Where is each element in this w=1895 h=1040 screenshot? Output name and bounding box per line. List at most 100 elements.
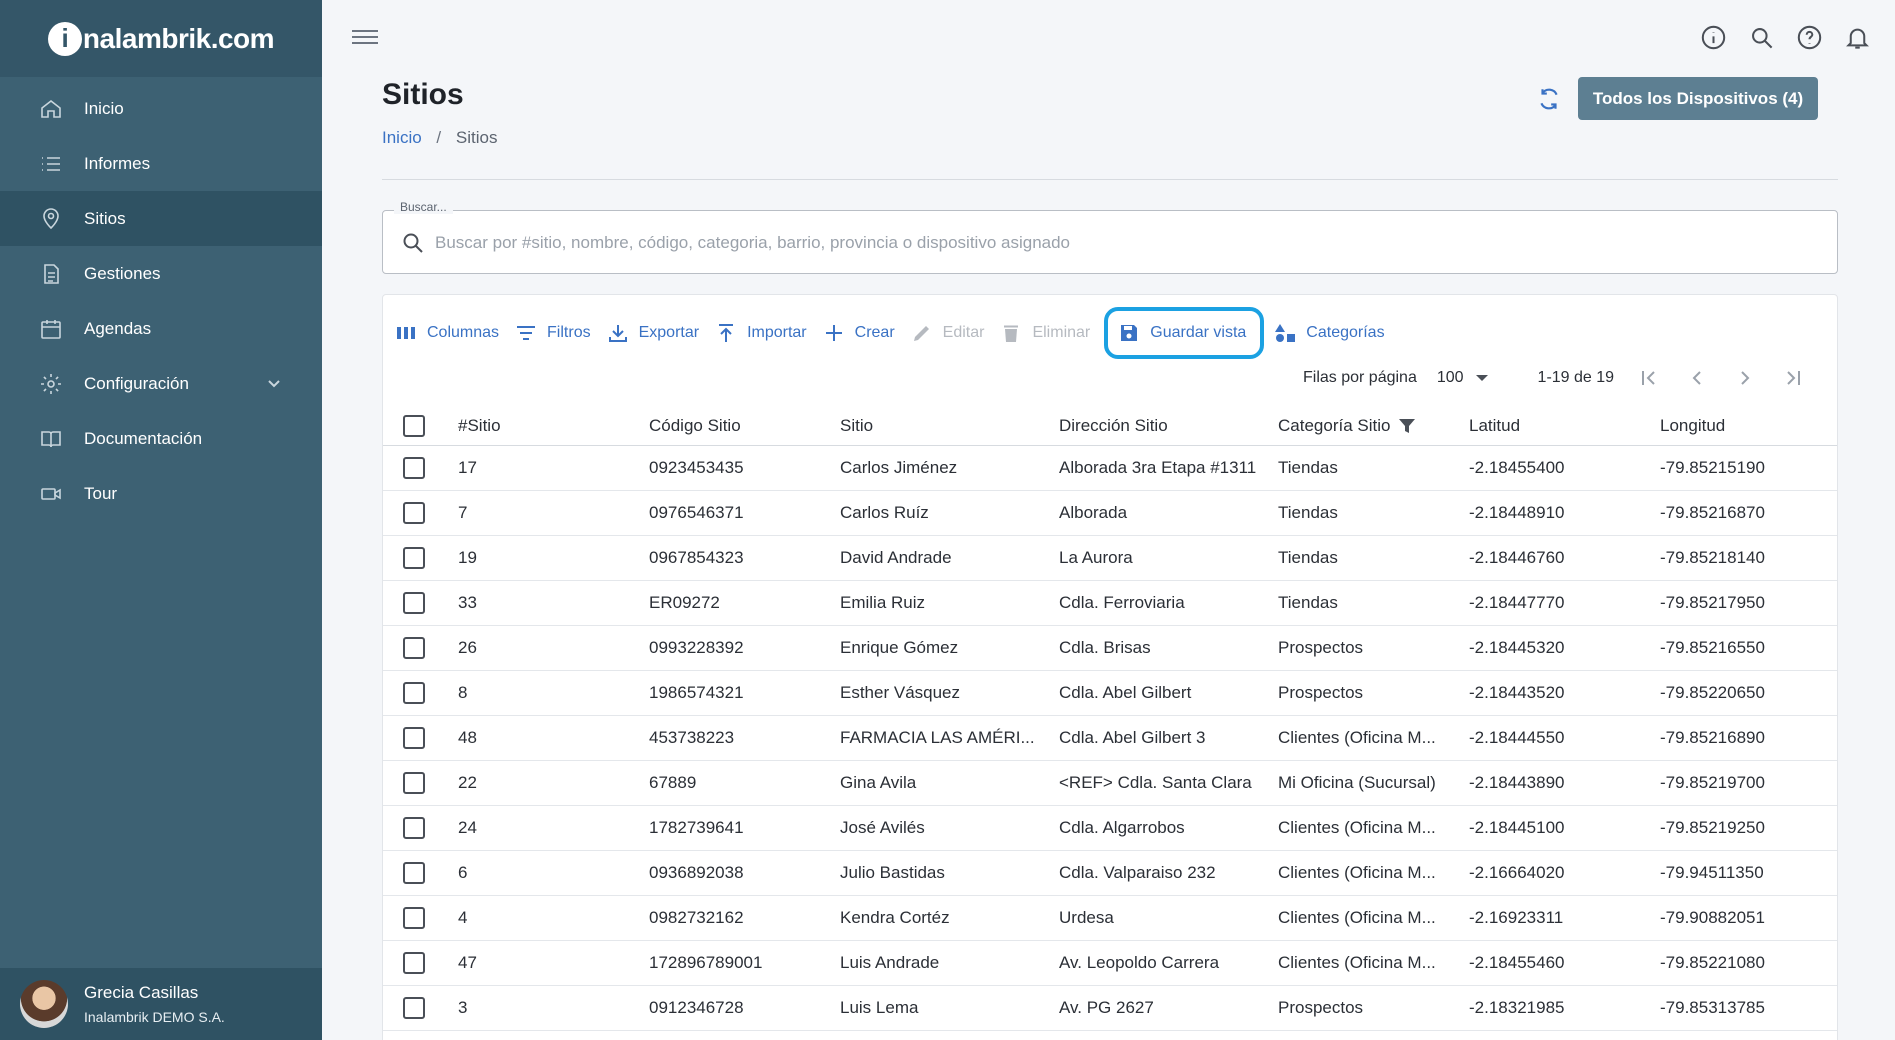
site-code-cell: 0982732162 [649, 908, 744, 927]
column-header[interactable]: Longitud [1660, 416, 1837, 436]
create-label: Crear [854, 324, 895, 341]
row-checkbox[interactable] [403, 547, 425, 569]
hamburger-menu-icon[interactable] [352, 26, 378, 48]
trash-icon [1000, 322, 1022, 344]
table-row[interactable]: 3 0912346728 Luis Lema Av. PG 2627 Prospecto… [383, 986, 1837, 1031]
select-all-checkbox[interactable] [403, 414, 425, 437]
row-checkbox[interactable] [403, 997, 425, 1019]
row-checkbox[interactable] [403, 637, 425, 659]
row-checkbox[interactable] [403, 817, 425, 839]
column-header-category[interactable]: Categoría Sitio [1278, 416, 1469, 436]
sidebar-item-informes[interactable]: Informes [0, 136, 322, 191]
sidebar-item-label: Configuración [84, 373, 189, 393]
brand-logo[interactable]: i nalambrik.com [0, 0, 322, 77]
site-number-cell: 22 [458, 773, 477, 792]
sidebar-item-tour[interactable]: Tour [0, 466, 322, 521]
search-icon[interactable] [1748, 24, 1775, 51]
info-icon[interactable] [1700, 24, 1727, 51]
site-name-cell: FARMACIA LAS AMÉRI... [840, 728, 1035, 747]
row-checkbox[interactable] [403, 862, 425, 884]
export-button[interactable]: Exportar [601, 315, 705, 351]
table-row[interactable]: 24 1782739641 José Avilés Cdla. Algarrobos C… [383, 806, 1837, 851]
row-checkbox[interactable] [403, 592, 425, 614]
save-view-button[interactable]: Guardar vista [1104, 307, 1265, 359]
latitude-cell: -2.16664020 [1469, 863, 1565, 882]
first-page-icon[interactable] [1636, 365, 1662, 391]
breadcrumb: Inicio / Sitios [382, 128, 497, 148]
table-row[interactable]: 48 453738223 FARMACIA LAS AMÉRI... Cdla. Ab… [383, 716, 1837, 761]
site-code-cell: 0923453435 [649, 458, 744, 477]
sidebar-item-sitios[interactable]: Sitios [0, 191, 322, 246]
help-icon[interactable] [1796, 24, 1823, 51]
import-button[interactable]: Importar [709, 315, 813, 351]
table-row[interactable]: 17 0923453435 Carlos Jiménez Alborada 3ra E… [383, 446, 1837, 491]
bell-icon[interactable] [1844, 24, 1871, 51]
rows-per-page-select[interactable]: 100 [1437, 369, 1488, 387]
search-field[interactable] [382, 210, 1838, 274]
table-row[interactable]: 22 67889 Gina Avila <REF> Cdla. Santa Clara… [383, 761, 1837, 806]
row-checkbox[interactable] [403, 457, 425, 479]
table-row[interactable]: 4 0982732162 Kendra Cortéz Urdesa Clientes (… [383, 896, 1837, 941]
sidebar-item-configuracion[interactable]: Configuración [0, 356, 322, 411]
latitude-cell: -2.18455400 [1469, 458, 1565, 477]
sidebar-item-agendas[interactable]: Agendas [0, 301, 322, 356]
table-row[interactable]: 33 ER09272 Emilia Ruiz Cdla. Ferroviaria Tie… [383, 581, 1837, 626]
filter-icon[interactable] [1398, 417, 1416, 435]
site-number-cell: 7 [458, 503, 468, 522]
latitude-cell: -2.18446760 [1469, 548, 1565, 567]
table-row[interactable]: 26 0993228392 Enrique Gómez Cdla. Brisas Pro… [383, 626, 1837, 671]
table-row[interactable]: 47 172896789001 Luis Andrade Av. Leopoldo C… [383, 941, 1837, 986]
site-number-cell: 6 [458, 863, 468, 882]
row-checkbox[interactable] [403, 952, 425, 974]
latitude-cell: -2.18445100 [1469, 818, 1565, 837]
site-category-cell: Clientes (Oficina M... [1278, 863, 1436, 882]
save-view-label: Guardar vista [1150, 324, 1247, 341]
user-organization: Inalambrik DEMO S.A. [84, 1009, 225, 1025]
site-address-cell: Cdla. Brisas [1059, 638, 1151, 657]
sidebar-item-documentacion[interactable]: Documentación [0, 411, 322, 466]
row-checkbox[interactable] [403, 682, 425, 704]
table-row[interactable]: 6 0936892038 Julio Bastidas Cdla. Valparais… [383, 851, 1837, 896]
categories-button[interactable]: Categorías [1268, 315, 1390, 351]
chevron-down-icon[interactable] [266, 375, 282, 391]
previous-page-icon[interactable] [1684, 365, 1710, 391]
table-row[interactable]: 19 0967854323 David Andrade La Aurora Tienda… [383, 536, 1837, 581]
site-name-cell: Julio Bastidas [840, 863, 945, 882]
site-name-cell: Luis Lema [840, 998, 919, 1017]
columns-button[interactable]: Columnas [389, 315, 505, 351]
table-row[interactable]: 7 0976546371 Carlos Ruíz Alborada Tiendas -2.… [383, 491, 1837, 536]
column-header[interactable]: #Sitio [458, 416, 649, 436]
column-header[interactable]: Sitio [840, 416, 1059, 436]
sidebar-item-gestiones[interactable]: Gestiones [0, 246, 322, 301]
breadcrumb-home-link[interactable]: Inicio [382, 128, 422, 147]
row-checkbox[interactable] [403, 772, 425, 794]
filters-button[interactable]: Filtros [509, 315, 597, 351]
column-header[interactable]: Latitud [1469, 416, 1660, 436]
row-checkbox[interactable] [403, 907, 425, 929]
row-checkbox[interactable] [403, 727, 425, 749]
book-icon [38, 426, 64, 452]
search-input[interactable] [435, 229, 1815, 257]
site-name-cell: Carlos Ruíz [840, 503, 929, 522]
document-icon [38, 261, 64, 287]
row-checkbox[interactable] [403, 502, 425, 524]
refresh-icon[interactable] [1536, 86, 1562, 112]
column-header[interactable]: Dirección Sitio [1059, 416, 1278, 436]
sidebar-item-inicio[interactable]: Inicio [0, 81, 322, 136]
user-profile[interactable]: Grecia Casillas Inalambrik DEMO S.A. [0, 968, 322, 1040]
all-devices-button[interactable]: Todos los Dispositivos (4) [1578, 77, 1818, 120]
table-row[interactable]: 8 1986574321 Esther Vásquez Cdla. Abel Gilb… [383, 671, 1837, 716]
delete-button[interactable]: Eliminar [994, 315, 1096, 351]
site-address-cell: Cdla. Abel Gilbert [1059, 683, 1192, 702]
latitude-cell: -2.18448910 [1469, 503, 1565, 522]
logo-text: nalambrik.com [82, 22, 275, 54]
edit-button[interactable]: Editar [905, 315, 991, 351]
last-page-icon[interactable] [1780, 365, 1806, 391]
next-page-icon[interactable] [1732, 365, 1758, 391]
site-name-cell: David Andrade [840, 548, 952, 567]
column-header[interactable]: Código Sitio [649, 416, 840, 436]
breadcrumb-separator: / [436, 128, 442, 147]
video-camera-icon [38, 481, 64, 507]
sidebar-item-label: Inicio [84, 98, 124, 118]
create-button[interactable]: Crear [817, 315, 901, 351]
